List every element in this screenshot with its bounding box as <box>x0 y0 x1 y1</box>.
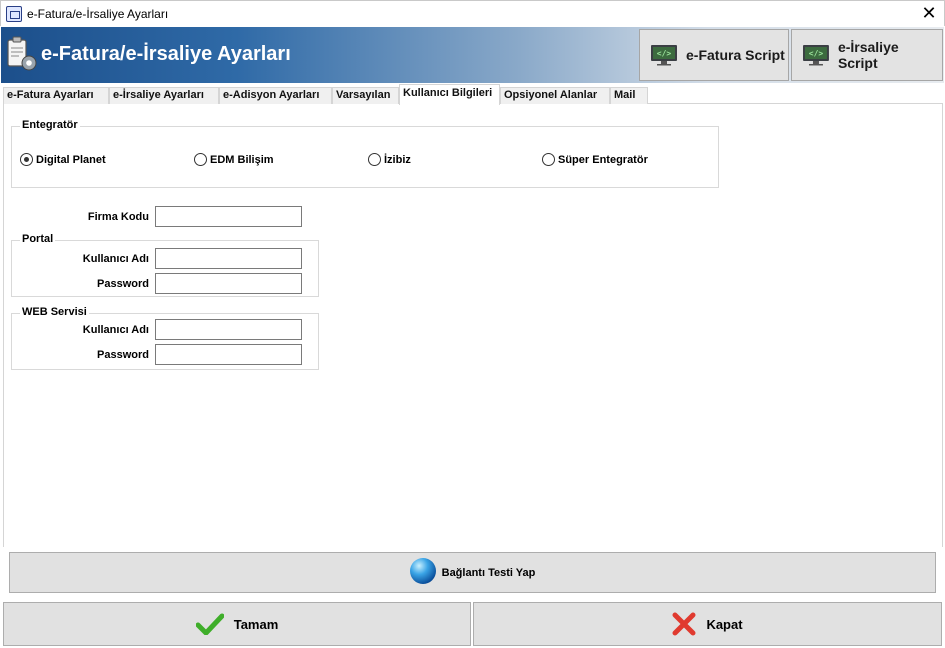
page-title: e-Fatura/e-İrsaliye Ayarları <box>41 43 291 65</box>
radio-unselected-icon <box>542 153 555 166</box>
connection-test-button[interactable]: Bağlantı Testi Yap <box>9 552 936 593</box>
tab-eadisyon-ayarlari[interactable]: e-Adisyon Ayarları <box>219 87 332 104</box>
header-banner: e-Fatura/e-İrsaliye Ayarları </> e-Fatur… <box>1 27 944 83</box>
connection-test-label: Bağlantı Testi Yap <box>441 566 536 579</box>
svg-text:</>: </> <box>657 49 672 58</box>
radio-label: Süper Entegratör <box>558 153 648 166</box>
tab-kullanici-bilgileri[interactable]: Kullanıcı Bilgileri <box>399 84 500 105</box>
efatura-script-label: e-Fatura Script <box>686 47 785 63</box>
radio-label: Digital Planet <box>36 153 106 166</box>
close-window-icon[interactable]: ✕ <box>914 1 944 27</box>
portal-username-input[interactable] <box>155 248 302 269</box>
eirsaliye-script-label: e-İrsaliye Script <box>837 39 899 71</box>
radio-izibiz[interactable]: İzibiz <box>368 153 411 166</box>
portal-legend: Portal <box>20 233 56 245</box>
tab-opsiyonel-alanlar[interactable]: Opsiyonel Alanlar <box>500 87 610 104</box>
webservis-username-label: Kullanıcı Adı <box>82 324 149 336</box>
firma-kodu-label: Firma Kodu <box>87 211 149 223</box>
eirsaliye-script-button[interactable]: </> e-İrsaliye Script <box>791 29 943 81</box>
settings-tab-strip: e-Fatura Ayarları e-İrsaliye Ayarları e-… <box>3 84 943 105</box>
firma-kodu-input[interactable] <box>155 206 302 227</box>
tab-mail[interactable]: Mail <box>610 87 648 104</box>
tab-varsayilan[interactable]: Varsayılan <box>332 87 399 104</box>
cross-icon <box>672 612 696 636</box>
window-titlebar: e-Fatura/e-İrsaliye Ayarları ✕ <box>0 0 945 26</box>
tab-efatura-ayarlari[interactable]: e-Fatura Ayarları <box>3 87 109 104</box>
globe-icon <box>409 557 436 584</box>
webservis-password-label: Password <box>97 349 149 361</box>
portal-username-label: Kullanıcı Adı <box>82 253 149 265</box>
portal-password-label: Password <box>97 278 149 290</box>
settings-clipboard-icon <box>7 36 37 71</box>
app-icon <box>6 6 22 22</box>
monitor-code-icon: </> <box>651 45 677 66</box>
webservis-username-input[interactable] <box>155 319 302 340</box>
radio-selected-icon <box>20 153 33 166</box>
radio-label: EDM Bilişim <box>210 153 274 166</box>
close-button[interactable]: Kapat <box>473 602 942 646</box>
close-label: Kapat <box>706 616 743 632</box>
monitor-code-icon: </> <box>802 45 829 66</box>
tab-content-kullanici-bilgileri: Entegratör Digital Planet EDM Bilişim İz… <box>3 104 943 547</box>
ok-button[interactable]: Tamam <box>3 602 471 646</box>
entegrator-group: Entegratör Digital Planet EDM Bilişim İz… <box>11 119 719 188</box>
radio-edm-bilisim[interactable]: EDM Bilişim <box>194 153 274 166</box>
radio-super-entegrator[interactable]: Süper Entegratör <box>542 153 648 166</box>
radio-label: İzibiz <box>384 153 411 166</box>
entegrator-legend: Entegratör <box>20 119 80 131</box>
portal-password-input[interactable] <box>155 273 302 294</box>
checkmark-icon <box>195 613 224 635</box>
radio-digital-planet[interactable]: Digital Planet <box>20 153 106 166</box>
radio-unselected-icon <box>368 153 381 166</box>
radio-unselected-icon <box>194 153 207 166</box>
efatura-script-button[interactable]: </> e-Fatura Script <box>639 29 789 81</box>
window-title: e-Fatura/e-İrsaliye Ayarları <box>27 7 169 21</box>
webservis-password-input[interactable] <box>155 344 302 365</box>
svg-text:</>: </> <box>809 49 824 58</box>
webservis-legend: WEB Servisi <box>20 306 89 318</box>
tab-eirsaliye-ayarlari[interactable]: e-İrsaliye Ayarları <box>109 87 219 104</box>
ok-label: Tamam <box>233 616 279 632</box>
